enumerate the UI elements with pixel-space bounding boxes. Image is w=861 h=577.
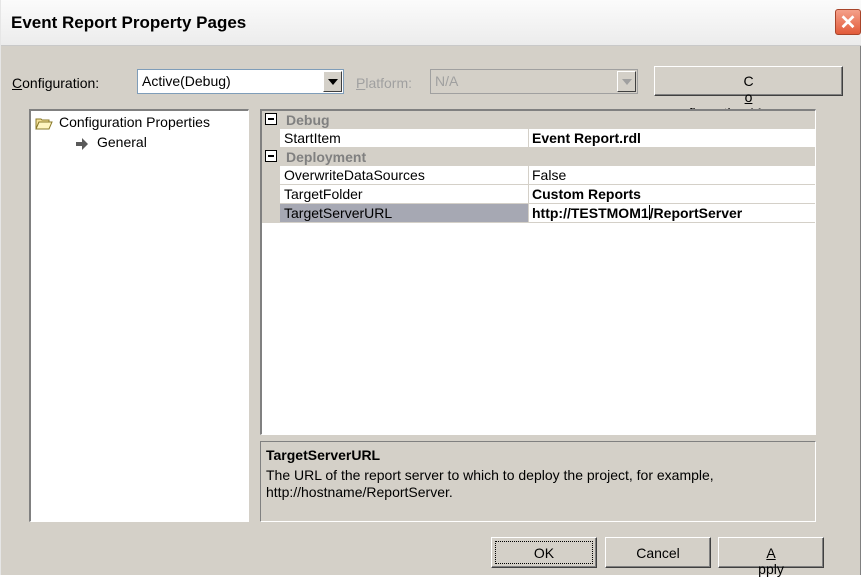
collapse-icon[interactable] <box>265 150 277 162</box>
apply-button[interactable]: Apply <box>718 537 824 577</box>
close-icon: ✕ <box>839 12 857 34</box>
description-title: TargetServerURL <box>266 447 381 463</box>
property-value: Event Report.rdl <box>532 130 641 146</box>
property-row-targetfolder[interactable]: TargetFolder Custom Reports <box>262 185 815 204</box>
cancel-button[interactable]: Cancel <box>605 537 711 568</box>
window-title: Event Report Property Pages <box>11 13 247 32</box>
ok-button[interactable]: OK <box>491 537 597 568</box>
property-name: TargetFolder <box>284 186 363 202</box>
open-folder-icon <box>35 118 53 130</box>
chevron-down-icon[interactable] <box>323 71 342 92</box>
property-description-panel: TargetServerURL The URL of the report se… <box>260 441 816 522</box>
tree-item-configuration-properties[interactable]: Configuration Properties <box>31 111 247 131</box>
tree-item-label: General <box>97 134 147 150</box>
collapse-icon[interactable] <box>265 113 277 125</box>
configuration-value: Active(Debug) <box>142 73 231 89</box>
tree-item-general[interactable]: General <box>31 131 247 151</box>
description-text: The URL of the report server to which to… <box>266 467 714 500</box>
property-name: OverwriteDataSources <box>284 167 425 183</box>
property-name: TargetServerURL <box>284 205 393 221</box>
platform-label: Platform: <box>356 75 413 91</box>
property-name: StartItem <box>284 130 341 146</box>
property-value: http://TESTMOM1/ReportServer <box>532 205 743 221</box>
arrow-right-icon <box>76 138 88 150</box>
configuration-select[interactable]: Active(Debug) <box>137 69 344 94</box>
property-grid: Debug StartItem Event Report.rdl Deploym… <box>260 109 816 435</box>
property-row-startitem[interactable]: StartItem Event Report.rdl <box>262 129 815 148</box>
property-value: False <box>532 167 567 183</box>
property-value: Custom Reports <box>532 186 641 202</box>
property-row-overwritedatasources[interactable]: OverwriteDataSources False <box>262 166 815 185</box>
chevron-down-icon[interactable] <box>617 71 636 92</box>
property-category-tree: Configuration Properties General <box>29 109 249 522</box>
category-row-debug[interactable]: Debug <box>262 111 815 129</box>
configuration-manager-button[interactable]: Configuration Manager... <box>654 66 843 121</box>
property-row-targetserverurl[interactable]: TargetServerURL http://TESTMOM1/ReportSe… <box>262 204 815 223</box>
category-label: Debug <box>286 112 330 128</box>
property-value-editor[interactable]: http://TESTMOM1/ReportServer <box>529 204 815 223</box>
category-label: Deployment <box>286 149 367 165</box>
property-pages-dialog: Event Report Property Pages ✕ Configurat… <box>0 0 861 577</box>
tree-item-label: Configuration Properties <box>59 114 210 130</box>
category-row-deployment[interactable]: Deployment <box>262 148 815 166</box>
platform-value: N/A <box>435 73 459 89</box>
title-bar[interactable]: Event Report Property Pages ✕ <box>1 0 861 46</box>
close-button[interactable]: ✕ <box>835 9 861 35</box>
configuration-label: Configuration: <box>12 75 100 91</box>
platform-select[interactable]: N/A <box>430 69 638 94</box>
